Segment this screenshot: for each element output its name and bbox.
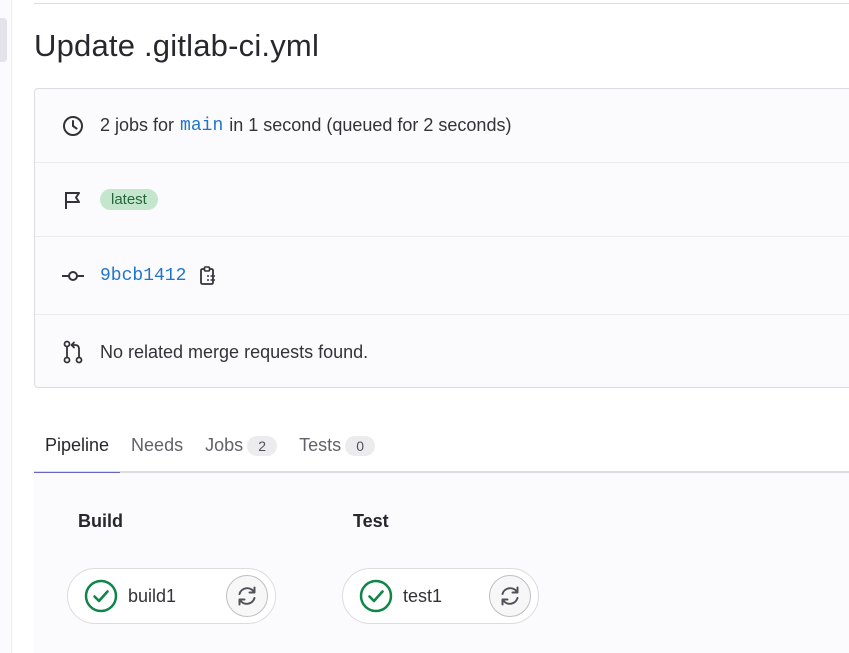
commit-icon: [61, 264, 85, 288]
latest-badge: latest: [100, 189, 158, 210]
commit-sha-link[interactable]: 9bcb1412: [100, 266, 186, 286]
tab-jobs-count: 2: [247, 435, 278, 456]
stage-title: Build: [78, 511, 123, 531]
copy-to-clipboard-icon[interactable]: [198, 264, 218, 288]
job-name: build1: [128, 585, 177, 606]
flag-icon: [61, 188, 85, 212]
commit-row: 9bcb1412: [35, 237, 849, 315]
tab-pipeline-label: Pipeline: [45, 435, 110, 455]
job-name: test1: [403, 585, 443, 606]
badges-row: latest: [35, 163, 849, 237]
stage-title: Test: [353, 511, 389, 531]
left-sidebar-rail: [0, 0, 12, 653]
tab-needs-label: Needs: [131, 435, 184, 455]
jobs-summary-row: 2 jobs for main in 1 second (queued for …: [35, 89, 849, 163]
retry-button[interactable]: [489, 575, 531, 617]
page-title: Update .gitlab-ci.yml: [34, 28, 320, 63]
pipeline-tabs: Pipeline Needs Jobs 2 Tests 0: [34, 418, 849, 475]
status-success-icon: [359, 579, 393, 613]
tab-pipeline[interactable]: Pipeline: [34, 418, 121, 475]
tab-jobs[interactable]: Jobs 2: [194, 418, 288, 473]
pipeline-graph: Build build1 Test test1: [34, 473, 849, 653]
pipeline-info-card: 2 jobs for main in 1 second (queued for …: [34, 88, 849, 388]
jobs-summary-suffix: in 1 second (queued for 2 seconds): [229, 115, 512, 135]
retry-button[interactable]: [226, 575, 268, 617]
tab-needs[interactable]: Needs: [120, 418, 194, 473]
job-test1[interactable]: test1: [342, 568, 539, 624]
header-divider: [34, 3, 849, 4]
tab-tests[interactable]: Tests 0: [288, 418, 386, 473]
merge-requests-row: No related merge requests found.: [35, 315, 849, 389]
clock-icon: [61, 114, 85, 138]
tab-tests-label: Tests: [299, 435, 342, 455]
job-build1[interactable]: build1: [67, 568, 276, 624]
retry-icon: [501, 586, 519, 606]
branch-link[interactable]: main: [180, 116, 223, 136]
merge-request-icon: [61, 340, 85, 364]
status-success-icon: [84, 579, 118, 613]
tab-jobs-label: Jobs: [205, 435, 244, 455]
tab-tests-count: 0: [345, 435, 376, 456]
jobs-summary-prefix: 2 jobs for: [100, 115, 175, 135]
sidebar-handle[interactable]: [0, 18, 7, 62]
retry-icon: [238, 586, 256, 606]
merge-requests-text: No related merge requests found.: [100, 341, 369, 362]
